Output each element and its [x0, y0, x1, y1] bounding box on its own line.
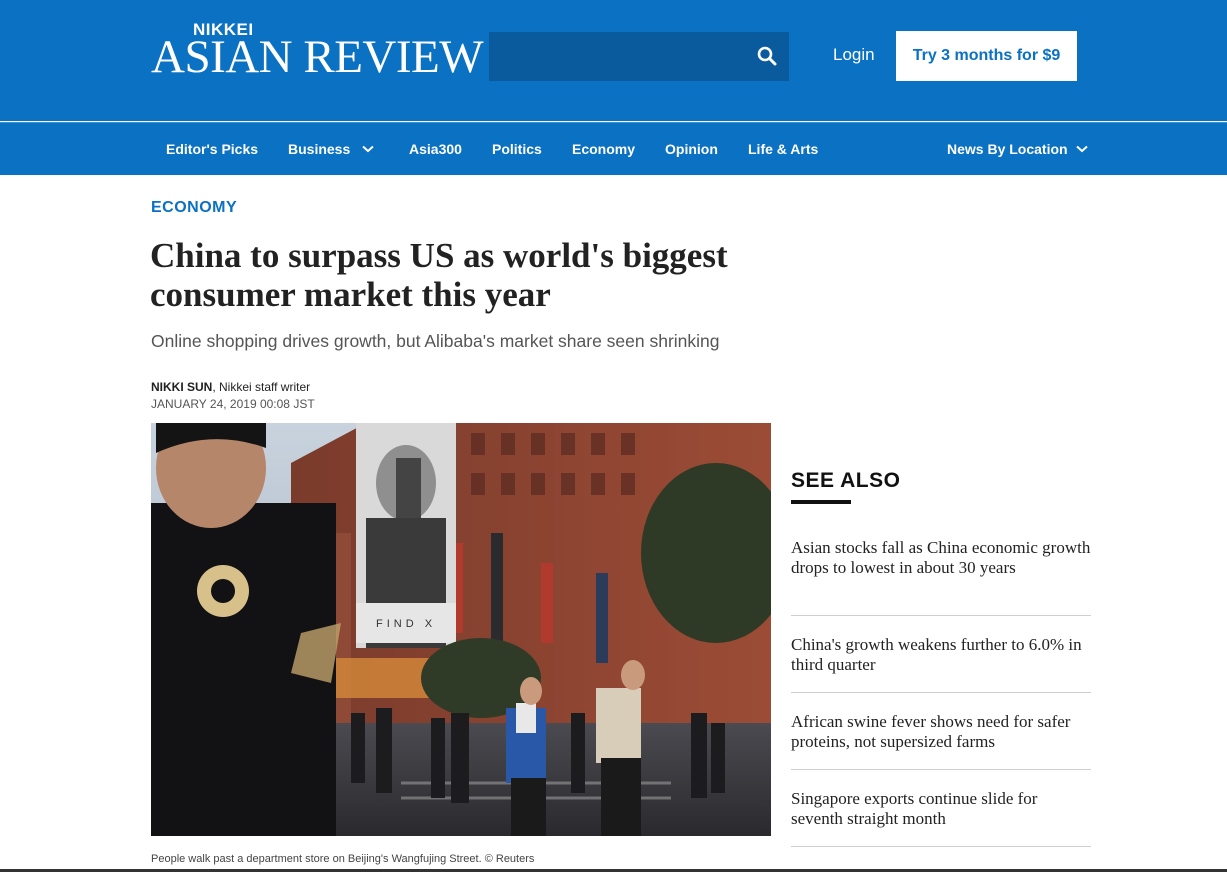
billboard-text: FIND X	[376, 618, 436, 630]
search-input[interactable]	[489, 32, 789, 81]
nav-label: Editor's Picks	[166, 141, 259, 157]
byline: NIKKI SUN, Nikkei staff writer	[151, 380, 310, 394]
photo-caption: People walk past a department store on B…	[151, 853, 535, 865]
nav-asia300[interactable]: Asia300	[409, 141, 462, 157]
see-also-underline	[791, 500, 851, 504]
nav-life-arts[interactable]: Life & Arts	[748, 141, 818, 157]
nav-label: Opinion	[665, 141, 718, 157]
nav-news-by-location[interactable]: News By Location	[947, 141, 1088, 157]
nav-label: Asia300	[409, 141, 462, 157]
divider	[791, 692, 1091, 693]
nav-opinion[interactable]: Opinion	[665, 141, 718, 157]
nav-editors-picks[interactable]: Editor's Picks	[166, 141, 258, 157]
chevron-down-icon	[362, 145, 374, 153]
divider	[791, 846, 1091, 847]
photo-illustration: FIND X	[151, 423, 771, 836]
see-also-panel: SEE ALSO Asian stocks fall as China econ…	[791, 469, 1091, 847]
nav-economy[interactable]: Economy	[572, 141, 635, 157]
chevron-down-icon	[1075, 145, 1088, 153]
see-also-item[interactable]: Singapore exports continue slide for sev…	[791, 789, 1091, 829]
nav-label: Business	[288, 141, 351, 157]
logo-asian-review: ASIAN REVIEW	[151, 31, 484, 83]
see-also-item[interactable]: Asian stocks fall as China economic grow…	[791, 538, 1091, 578]
nav-label: Life & Arts	[748, 141, 819, 157]
nav-label: Economy	[572, 141, 636, 157]
article-subhead: Online shopping drives growth, but Aliba…	[151, 331, 720, 351]
see-also-item[interactable]: African swine fever shows need for safer…	[791, 712, 1091, 752]
author-role: , Nikkei staff writer	[212, 380, 311, 394]
article-photo: FIND X	[151, 423, 771, 836]
nav-label: Politics	[492, 141, 542, 157]
author-name: NIKKI SUN	[151, 380, 213, 394]
nav-label: News By Location	[947, 141, 1068, 157]
nav-politics[interactable]: Politics	[492, 141, 542, 157]
divider	[791, 769, 1091, 770]
search-icon[interactable]	[755, 44, 779, 68]
nav-business[interactable]: Business	[288, 141, 374, 157]
section-label[interactable]: ECONOMY	[151, 199, 237, 217]
trial-subscribe-button[interactable]: Try 3 months for $9	[896, 31, 1077, 81]
see-also-title: SEE ALSO	[791, 469, 901, 492]
see-also-item[interactable]: China's growth weakens further to 6.0% i…	[791, 635, 1091, 675]
publish-date: JANUARY 24, 2019 00:08 JST	[151, 397, 315, 411]
login-link[interactable]: Login	[833, 45, 875, 65]
divider	[791, 615, 1091, 616]
article-headline: China to surpass US as world's biggest c…	[150, 236, 728, 314]
site-header: NIKKEI ASIAN REVIEW Login Try 3 months f…	[0, 0, 1227, 121]
main-nav: Editor's Picks Business Asia300 Politics…	[0, 122, 1227, 175]
